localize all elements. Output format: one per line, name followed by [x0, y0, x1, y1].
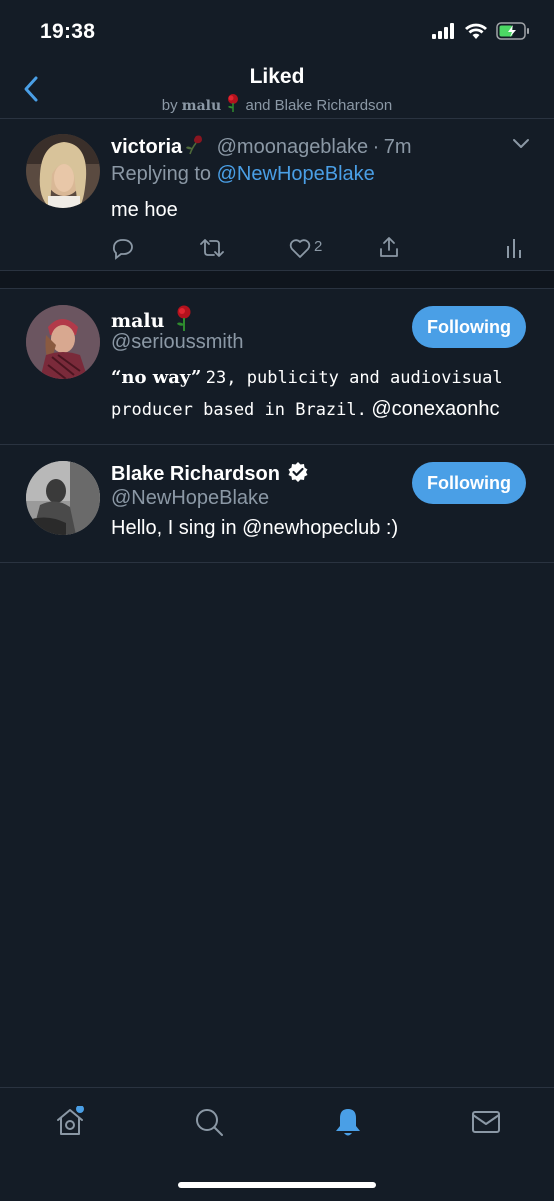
mail-icon[interactable] [470, 1106, 502, 1138]
subtitle-suffix: and Blake Richardson [245, 97, 393, 114]
rose-icon [225, 94, 241, 112]
tweet-meta: victoria @moonageblake · 7m [111, 132, 412, 159]
tweet[interactable]: victoria @moonageblake · 7m Replying to … [0, 118, 554, 271]
avatar[interactable] [26, 305, 100, 379]
like-count: 2 [314, 238, 323, 255]
avatar[interactable] [26, 134, 100, 208]
user-name[interactable]: malu [111, 310, 164, 332]
battery-icon [496, 22, 529, 40]
user-bio: “no way” 23, publicity and audiovisual p… [111, 362, 531, 426]
tweet-author-handle[interactable]: @moonageblake [217, 136, 369, 158]
tweet-time: 7m [383, 136, 412, 158]
subtitle-prefix: by [161, 97, 178, 114]
notification-dot [76, 1106, 84, 1113]
page-title: Liked [249, 65, 305, 88]
wilted-rose-icon [182, 132, 206, 155]
tweet-actions: 2 [111, 234, 531, 262]
retweet-icon[interactable] [199, 236, 225, 260]
signal-icon [432, 23, 454, 39]
rose-icon [173, 305, 195, 331]
like-icon[interactable] [288, 236, 312, 260]
reply-icon[interactable] [111, 236, 135, 260]
user-handle[interactable]: @NewHopeBlake [111, 487, 269, 510]
home-icon[interactable] [54, 1106, 86, 1138]
bio-quote: “no way” [111, 367, 202, 388]
tweet-author-name[interactable]: victoria [111, 136, 182, 158]
section-divider [0, 271, 554, 289]
reply-context: Replying to @NewHopeBlake [111, 163, 375, 186]
analytics-icon[interactable] [505, 236, 523, 260]
header: Liked by malu and Blake Richardson [0, 60, 554, 119]
user-name-row: malu [111, 305, 195, 332]
reply-prefix: Replying to [111, 163, 212, 185]
status-time: 19:38 [40, 20, 96, 43]
bell-icon[interactable] [332, 1106, 364, 1138]
user-name[interactable]: Blake Richardson [111, 463, 280, 485]
tweet-dot: · [372, 136, 380, 158]
tweet-text: me hoe [111, 199, 178, 221]
reply-to-link[interactable]: @NewHopeBlake [217, 163, 375, 185]
share-icon[interactable] [377, 235, 401, 259]
list-item[interactable]: malu @serioussmith Following “no way” 23… [0, 289, 554, 445]
status-icons [432, 22, 530, 40]
user-bio: Hello, I sing in @newhopeclub :) [111, 517, 399, 539]
subtitle-user: malu [181, 98, 222, 114]
user-handle[interactable]: @serioussmith [111, 331, 244, 354]
verified-badge-icon [287, 461, 309, 483]
home-indicator[interactable] [178, 1182, 376, 1188]
following-button[interactable]: Following [412, 462, 526, 504]
search-icon[interactable] [193, 1106, 225, 1138]
avatar[interactable] [26, 461, 100, 535]
page-subtitle: by malu and Blake Richardson [0, 94, 554, 114]
list-item[interactable]: Blake Richardson @NewHopeBlake Following… [0, 445, 554, 563]
bio-link[interactable]: @conexaonhc [371, 398, 499, 420]
chevron-down-icon[interactable] [512, 138, 530, 150]
wifi-icon [465, 23, 487, 39]
status-bar: 19:38 [0, 0, 554, 66]
following-button[interactable]: Following [412, 306, 526, 348]
user-name-row: Blake Richardson [111, 461, 309, 486]
